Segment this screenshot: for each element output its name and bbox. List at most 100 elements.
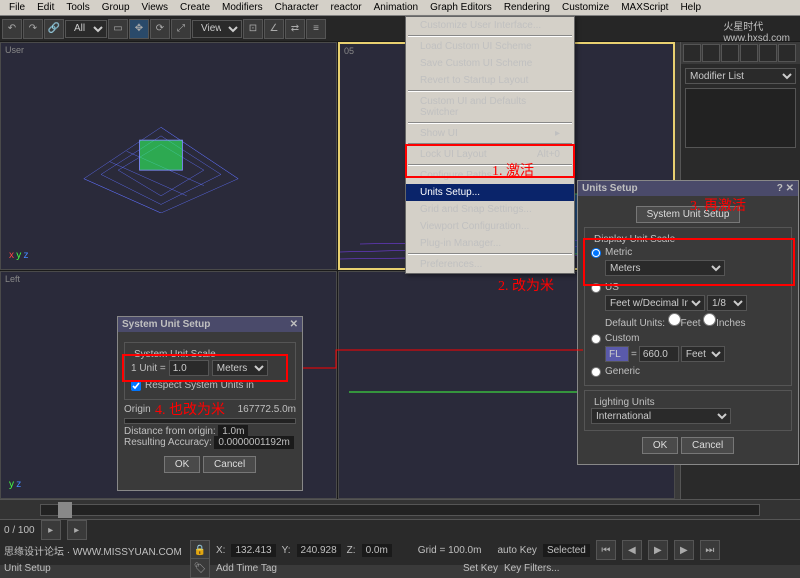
menu-customize[interactable]: Customize: [557, 1, 614, 14]
y-coord[interactable]: 240.928: [297, 544, 341, 557]
timeline[interactable]: [0, 500, 800, 520]
goto-end-icon[interactable]: ⏭: [700, 540, 720, 560]
lock-icon[interactable]: 🔒: [190, 540, 210, 560]
cancel-button[interactable]: Cancel: [681, 437, 734, 454]
system-unit-scale-group: System Unit Scale 1 Unit = Meters Respec…: [124, 342, 296, 400]
menu-show-ui[interactable]: Show UI▸: [406, 125, 574, 142]
display-tab-icon[interactable]: [759, 44, 777, 62]
z-coord[interactable]: 0.0m: [362, 544, 392, 557]
menu-separator: [408, 143, 572, 145]
menu-edit[interactable]: Edit: [32, 1, 59, 14]
menu-rendering[interactable]: Rendering: [499, 1, 555, 14]
ok-button[interactable]: OK: [164, 456, 200, 473]
utilities-tab-icon[interactable]: [778, 44, 796, 62]
menu-maxscript[interactable]: MAXScript: [616, 1, 673, 14]
menubar: File Edit Tools Group Views Create Modif…: [0, 0, 800, 16]
prev-frame-icon[interactable]: ◀: [622, 540, 642, 560]
create-tab-icon[interactable]: [683, 44, 701, 62]
snap-icon[interactable]: ⊡: [243, 19, 263, 39]
custom-val-input[interactable]: [639, 346, 679, 362]
timeline-track[interactable]: [40, 504, 760, 516]
watermark-brand: 火星时代www.hxsd.com: [723, 18, 790, 44]
menu-preferences[interactable]: Preferences...: [406, 256, 574, 273]
menu-customize-ui[interactable]: Customize User Interface...: [406, 17, 574, 34]
move-icon[interactable]: ✥: [129, 19, 149, 39]
menu-plugin-manager[interactable]: Plug-in Manager...: [406, 235, 574, 252]
modify-tab-icon[interactable]: [702, 44, 720, 62]
generic-radio[interactable]: [591, 367, 601, 377]
respect-checkbox[interactable]: [131, 381, 141, 391]
add-time-tag[interactable]: Add Time Tag: [216, 563, 277, 574]
menu-viewport-config[interactable]: Viewport Configuration...: [406, 218, 574, 235]
tag-icon[interactable]: 🏷: [190, 558, 210, 578]
setkey-button[interactable]: Set Key: [463, 563, 498, 574]
menu-character[interactable]: Character: [270, 1, 324, 14]
menu-grid-snap[interactable]: Grid and Snap Settings...: [406, 201, 574, 218]
menu-grapheditors[interactable]: Graph Editors: [425, 1, 497, 14]
key-filters[interactable]: Key Filters...: [504, 563, 560, 574]
menu-animation[interactable]: Animation: [369, 1, 423, 14]
menu-configure-paths[interactable]: Configure Paths...: [406, 167, 574, 184]
goto-start-icon[interactable]: ⏮: [596, 540, 616, 560]
angle-snap-icon[interactable]: ∠: [264, 19, 284, 39]
us-unit-select[interactable]: Feet w/Decimal Inches: [605, 295, 705, 311]
modifier-list[interactable]: Modifier List: [685, 68, 796, 84]
hierarchy-tab-icon[interactable]: [721, 44, 739, 62]
autokey-button[interactable]: auto Key: [497, 545, 536, 556]
lighting-select[interactable]: International: [591, 408, 731, 424]
menu-save-scheme[interactable]: Save Custom UI Scheme: [406, 55, 574, 72]
unit-value-input[interactable]: [169, 360, 209, 376]
timeline-cursor[interactable]: [58, 502, 72, 518]
menu-tools[interactable]: Tools: [61, 1, 94, 14]
custom-radio[interactable]: [591, 334, 601, 344]
menu-group[interactable]: Group: [97, 1, 135, 14]
menu-views[interactable]: Views: [137, 1, 174, 14]
keymode-select[interactable]: Selected: [543, 544, 590, 557]
menu-load-scheme[interactable]: Load Custom UI Scheme: [406, 38, 574, 55]
rotate-icon[interactable]: ⟳: [150, 19, 170, 39]
timeline-btn-icon[interactable]: ▸: [41, 520, 61, 540]
ref-coord[interactable]: View: [192, 20, 242, 38]
motion-tab-icon[interactable]: [740, 44, 758, 62]
selection-filter[interactable]: All: [65, 20, 107, 38]
link-icon[interactable]: 🔗: [44, 19, 64, 39]
mirror-icon[interactable]: ⇄: [285, 19, 305, 39]
menu-help[interactable]: Help: [675, 1, 706, 14]
menu-revert-layout[interactable]: Revert to Startup Layout: [406, 72, 574, 89]
viewport-user[interactable]: User x y z: [0, 42, 337, 270]
custom-unit-select[interactable]: Feet: [681, 346, 725, 362]
menu-create[interactable]: Create: [175, 1, 215, 14]
menu-modifiers[interactable]: Modifiers: [217, 1, 268, 14]
align-icon[interactable]: ≡: [306, 19, 326, 39]
us-radio[interactable]: [591, 283, 601, 293]
x-coord[interactable]: 132.413: [231, 544, 275, 557]
feet-radio[interactable]: [668, 313, 681, 326]
redo-icon[interactable]: ↷: [23, 19, 43, 39]
play-icon[interactable]: ▶: [648, 540, 668, 560]
ok-button[interactable]: OK: [642, 437, 678, 454]
one-unit-label: 1 Unit =: [131, 363, 166, 374]
modifier-stack[interactable]: [685, 88, 796, 148]
menu-lock-ui[interactable]: Lock UI LayoutAlt+0: [406, 146, 574, 163]
menu-units-setup[interactable]: Units Setup...: [406, 184, 574, 201]
inches-radio[interactable]: [703, 313, 716, 326]
help-close-icons[interactable]: ? ✕: [777, 183, 794, 194]
dialog-titlebar[interactable]: System Unit Setup ✕: [118, 317, 302, 332]
select-icon[interactable]: ▭: [108, 19, 128, 39]
menu-defaults-switcher[interactable]: Custom UI and Defaults Switcher: [406, 93, 574, 121]
us-frac-select[interactable]: 1/8: [707, 295, 747, 311]
close-icon[interactable]: ✕: [290, 319, 298, 330]
cancel-button[interactable]: Cancel: [203, 456, 256, 473]
metric-unit-select[interactable]: Meters: [605, 260, 725, 276]
unit-type-select[interactable]: Meters: [212, 360, 268, 376]
custom-name-input[interactable]: [605, 346, 629, 362]
scale-icon[interactable]: ⤢: [171, 19, 191, 39]
menu-file[interactable]: File: [4, 1, 30, 14]
undo-icon[interactable]: ↶: [2, 19, 22, 39]
dialog-titlebar[interactable]: Units Setup ? ✕: [578, 181, 798, 196]
timeline-btn-icon[interactable]: ▸: [67, 520, 87, 540]
next-frame-icon[interactable]: ▶: [674, 540, 694, 560]
command-tabs: [681, 42, 800, 64]
menu-reactor[interactable]: reactor: [326, 1, 367, 14]
metric-radio[interactable]: [591, 248, 601, 258]
